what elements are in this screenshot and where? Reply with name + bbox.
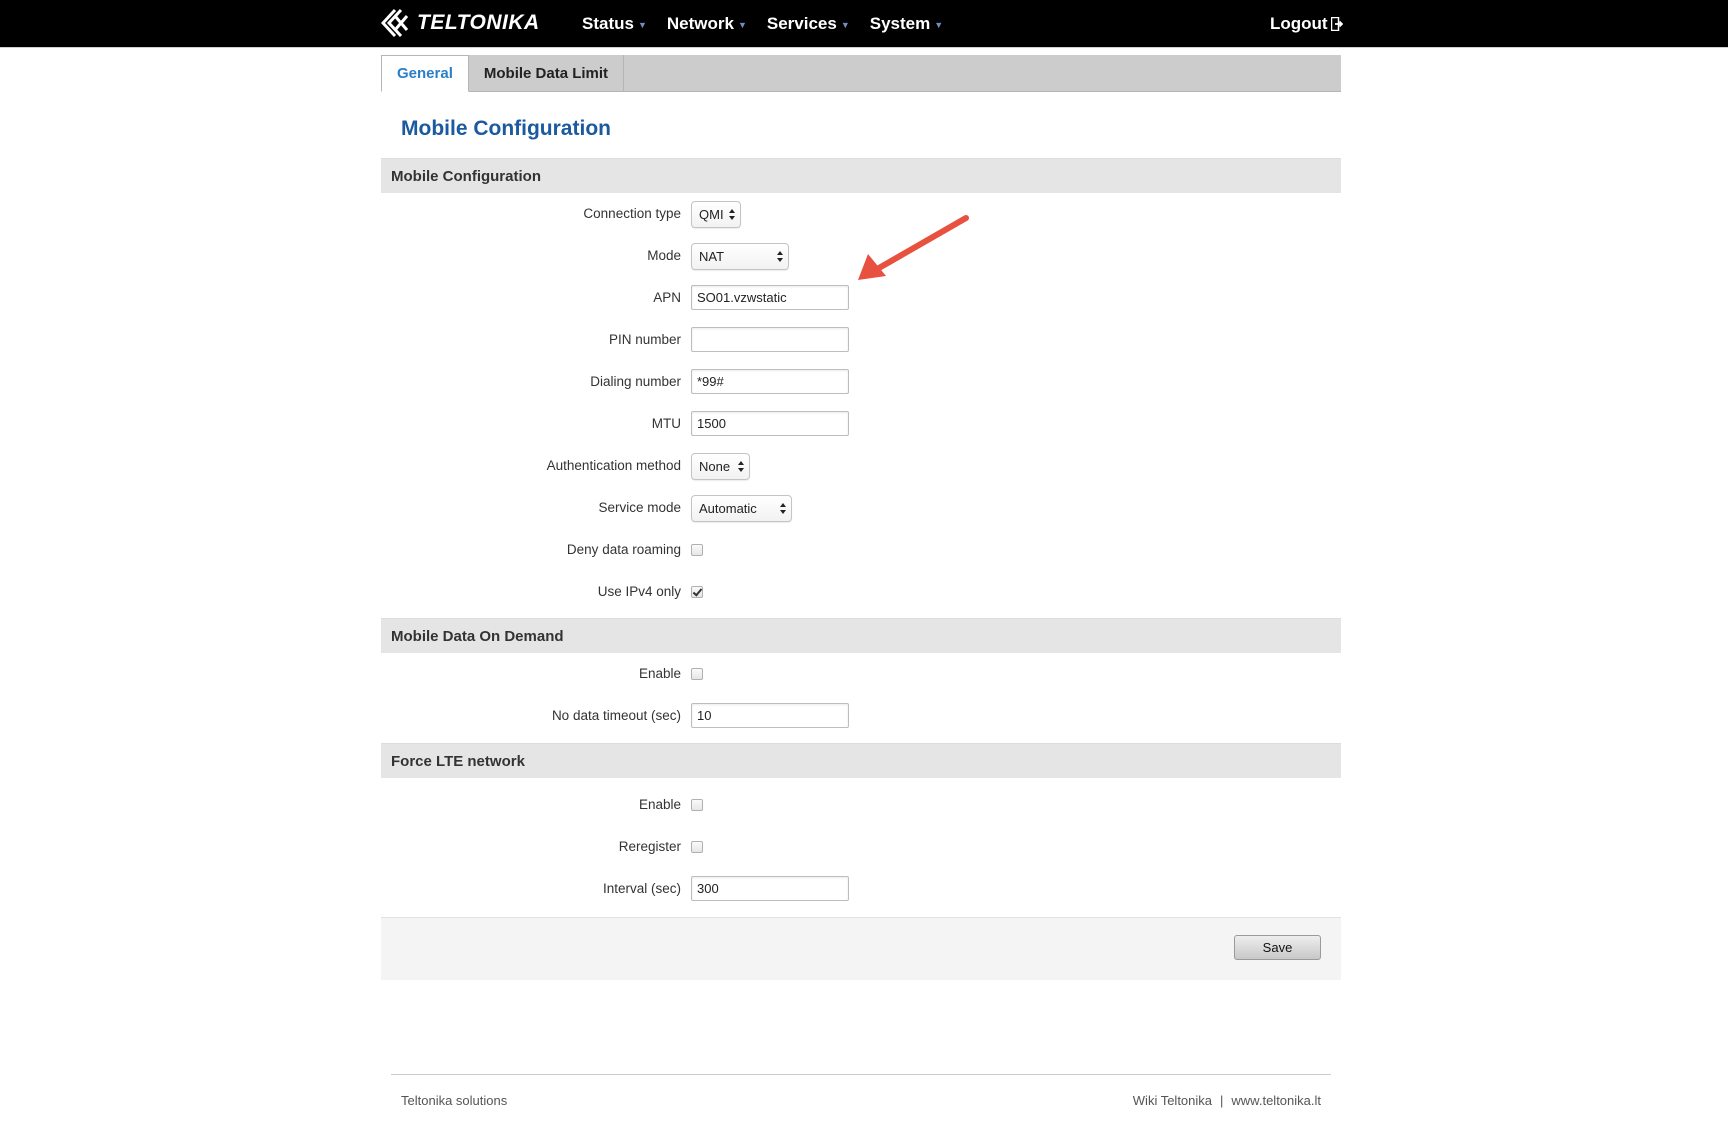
row-reregister: Reregister bbox=[381, 832, 1341, 862]
dialing-number-input[interactable] bbox=[691, 369, 849, 394]
tab-bar: General Mobile Data Limit bbox=[381, 55, 1341, 92]
on-demand-enable-label: Enable bbox=[638, 666, 681, 681]
nav-system[interactable]: System ▼ bbox=[870, 14, 943, 34]
section-header-mobile-data-on-demand: Mobile Data On Demand bbox=[381, 618, 1341, 653]
footer-separator: | bbox=[1220, 1093, 1224, 1108]
service-mode-select[interactable]: Automatic bbox=[691, 495, 792, 522]
nav-system-label: System bbox=[869, 13, 931, 33]
footer-site-link[interactable]: www.teltonika.lt bbox=[1231, 1093, 1321, 1108]
nav-status-label: Status bbox=[582, 13, 634, 33]
row-interval: Interval (sec) bbox=[381, 874, 1341, 904]
main-content: General Mobile Data Limit Mobile Configu… bbox=[381, 55, 1341, 980]
authentication-method-value: None bbox=[699, 459, 731, 474]
authentication-method-select[interactable]: None bbox=[691, 453, 750, 480]
mode-label: Mode bbox=[647, 248, 681, 263]
section-header-force-lte-network: Force LTE network bbox=[381, 743, 1341, 778]
deny-data-roaming-label: Deny data roaming bbox=[566, 542, 681, 557]
pin-number-input[interactable] bbox=[691, 327, 849, 352]
row-deny-data-roaming: Deny data roaming bbox=[381, 535, 1341, 565]
deny-data-roaming-checkbox[interactable] bbox=[691, 544, 703, 556]
row-on-demand-enable: Enable bbox=[381, 659, 1341, 689]
connection-type-value: QMI bbox=[699, 207, 724, 222]
connection-type-select[interactable]: QMI bbox=[691, 201, 741, 228]
footer-wiki-link[interactable]: Wiki Teltonika bbox=[1133, 1093, 1212, 1108]
service-mode-value: Automatic bbox=[699, 501, 757, 516]
on-demand-enable-checkbox[interactable] bbox=[691, 668, 703, 680]
nav-network-label: Network bbox=[666, 13, 734, 33]
authentication-method-label: Authentication method bbox=[546, 458, 681, 473]
interval-label: Interval (sec) bbox=[602, 881, 681, 896]
top-navbar: TELTONIKA Status ▼ Network ▼ Services ▼ … bbox=[0, 0, 1728, 48]
no-data-timeout-input[interactable] bbox=[691, 703, 849, 728]
row-mtu: MTU bbox=[381, 409, 1341, 439]
main-nav: Status ▼ Network ▼ Services ▼ System ▼ bbox=[582, 0, 963, 47]
row-pin-number: PIN number bbox=[381, 325, 1341, 355]
force-lte-enable-label: Enable bbox=[638, 797, 681, 812]
nav-status[interactable]: Status ▼ bbox=[582, 14, 647, 34]
teltonika-logo[interactable]: TELTONIKA bbox=[381, 7, 540, 39]
select-arrows-icon bbox=[780, 501, 786, 517]
row-service-mode: Service mode Automatic bbox=[381, 493, 1341, 523]
logout-icon bbox=[1330, 16, 1343, 31]
nav-services-label: Services bbox=[766, 13, 837, 33]
nav-services[interactable]: Services ▼ bbox=[767, 14, 850, 34]
use-ipv4-only-checkbox[interactable] bbox=[691, 586, 703, 598]
pin-number-label: PIN number bbox=[608, 332, 681, 347]
tab-mobile-data-limit[interactable]: Mobile Data Limit bbox=[469, 55, 625, 91]
reregister-checkbox[interactable] bbox=[691, 841, 703, 853]
interval-input[interactable] bbox=[691, 876, 849, 901]
select-arrows-icon bbox=[738, 459, 744, 475]
select-arrows-icon bbox=[777, 249, 783, 265]
select-arrows-icon bbox=[729, 207, 735, 223]
reregister-label: Reregister bbox=[618, 839, 681, 854]
mtu-label: MTU bbox=[651, 416, 681, 431]
connection-type-label: Connection type bbox=[583, 206, 681, 221]
row-authentication-method: Authentication method None bbox=[381, 451, 1341, 481]
footer-company: Teltonika solutions bbox=[401, 1093, 508, 1108]
mode-value: NAT bbox=[699, 249, 725, 264]
logout-button[interactable]: Logout bbox=[1270, 0, 1343, 47]
row-dialing-number: Dialing number bbox=[381, 367, 1341, 397]
apn-label: APN bbox=[653, 290, 681, 305]
caret-down-icon: ▼ bbox=[637, 19, 647, 30]
apn-input[interactable] bbox=[691, 285, 849, 310]
section-header-mobile-configuration: Mobile Configuration bbox=[381, 158, 1341, 193]
row-use-ipv4-only: Use IPv4 only bbox=[381, 577, 1341, 607]
force-lte-enable-checkbox[interactable] bbox=[691, 799, 703, 811]
logout-label: Logout bbox=[1270, 13, 1328, 33]
service-mode-label: Service mode bbox=[598, 500, 681, 515]
dialing-number-label: Dialing number bbox=[590, 374, 681, 389]
mtu-input[interactable] bbox=[691, 411, 849, 436]
page-title: Mobile Configuration bbox=[401, 117, 611, 140]
caret-down-icon: ▼ bbox=[934, 19, 944, 30]
caret-down-icon: ▼ bbox=[840, 19, 850, 30]
footer-links: Wiki Teltonika | www.teltonika.lt bbox=[1126, 1093, 1321, 1108]
annotation-arrow-icon bbox=[858, 215, 969, 280]
caret-down-icon: ▼ bbox=[737, 19, 747, 30]
teltonika-logo-icon bbox=[381, 8, 409, 38]
use-ipv4-only-label: Use IPv4 only bbox=[597, 584, 681, 599]
nav-network[interactable]: Network ▼ bbox=[667, 14, 747, 34]
logo-text: TELTONIKA bbox=[417, 11, 540, 34]
footer-divider bbox=[391, 1074, 1331, 1075]
row-no-data-timeout: No data timeout (sec) bbox=[381, 701, 1341, 731]
tab-general[interactable]: General bbox=[381, 55, 469, 92]
save-button[interactable]: Save bbox=[1234, 935, 1321, 960]
mode-select[interactable]: NAT bbox=[691, 243, 789, 270]
save-bar: Save bbox=[381, 917, 1341, 980]
row-force-lte-enable: Enable bbox=[381, 790, 1341, 820]
no-data-timeout-label: No data timeout (sec) bbox=[551, 708, 681, 723]
